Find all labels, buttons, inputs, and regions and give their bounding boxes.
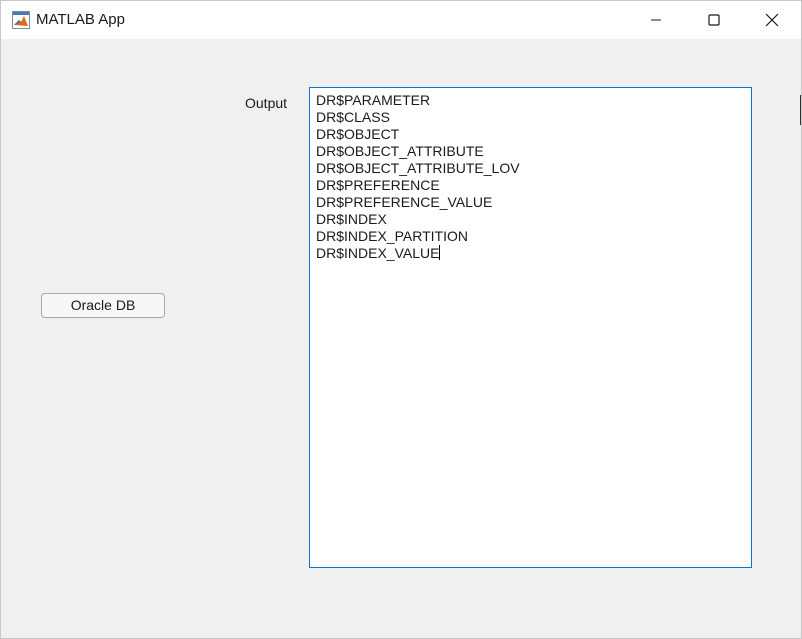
close-icon bbox=[765, 13, 779, 27]
output-line-last: DR$INDEX_VALUE bbox=[316, 245, 745, 262]
oracle-db-button[interactable]: Oracle DB bbox=[41, 293, 165, 318]
text-caret bbox=[439, 245, 441, 260]
close-button[interactable] bbox=[743, 1, 801, 39]
output-textarea[interactable]: DR$PARAMETER DR$CLASS DR$OBJECT DR$OBJEC… bbox=[309, 87, 752, 568]
output-line: DR$OBJECT bbox=[316, 126, 400, 142]
app-window: MATLAB App Output Oracle DB DR$PARAMETER… bbox=[0, 0, 802, 639]
output-label: Output bbox=[245, 95, 288, 111]
output-line: DR$PARAMETER bbox=[316, 92, 431, 108]
output-line: DR$INDEX bbox=[316, 211, 387, 227]
minimize-icon bbox=[651, 19, 661, 21]
output-line: DR$CLASS bbox=[316, 109, 390, 125]
output-line: DR$PREFERENCE bbox=[316, 177, 440, 193]
window-title: MATLAB App bbox=[36, 11, 125, 28]
output-line: DR$INDEX_PARTITION bbox=[316, 228, 468, 244]
output-line: DR$PREFERENCE_VALUE bbox=[316, 194, 493, 210]
title-bar[interactable]: MATLAB App bbox=[1, 1, 801, 39]
minimize-button[interactable] bbox=[627, 1, 685, 39]
output-line: DR$OBJECT_ATTRIBUTE_LOV bbox=[316, 160, 520, 176]
matlab-logo-icon bbox=[12, 11, 30, 29]
output-line: DR$OBJECT_ATTRIBUTE bbox=[316, 143, 484, 159]
maximize-button[interactable] bbox=[685, 1, 743, 39]
maximize-icon bbox=[708, 14, 720, 26]
output-line-text: DR$INDEX_VALUE bbox=[316, 245, 440, 261]
